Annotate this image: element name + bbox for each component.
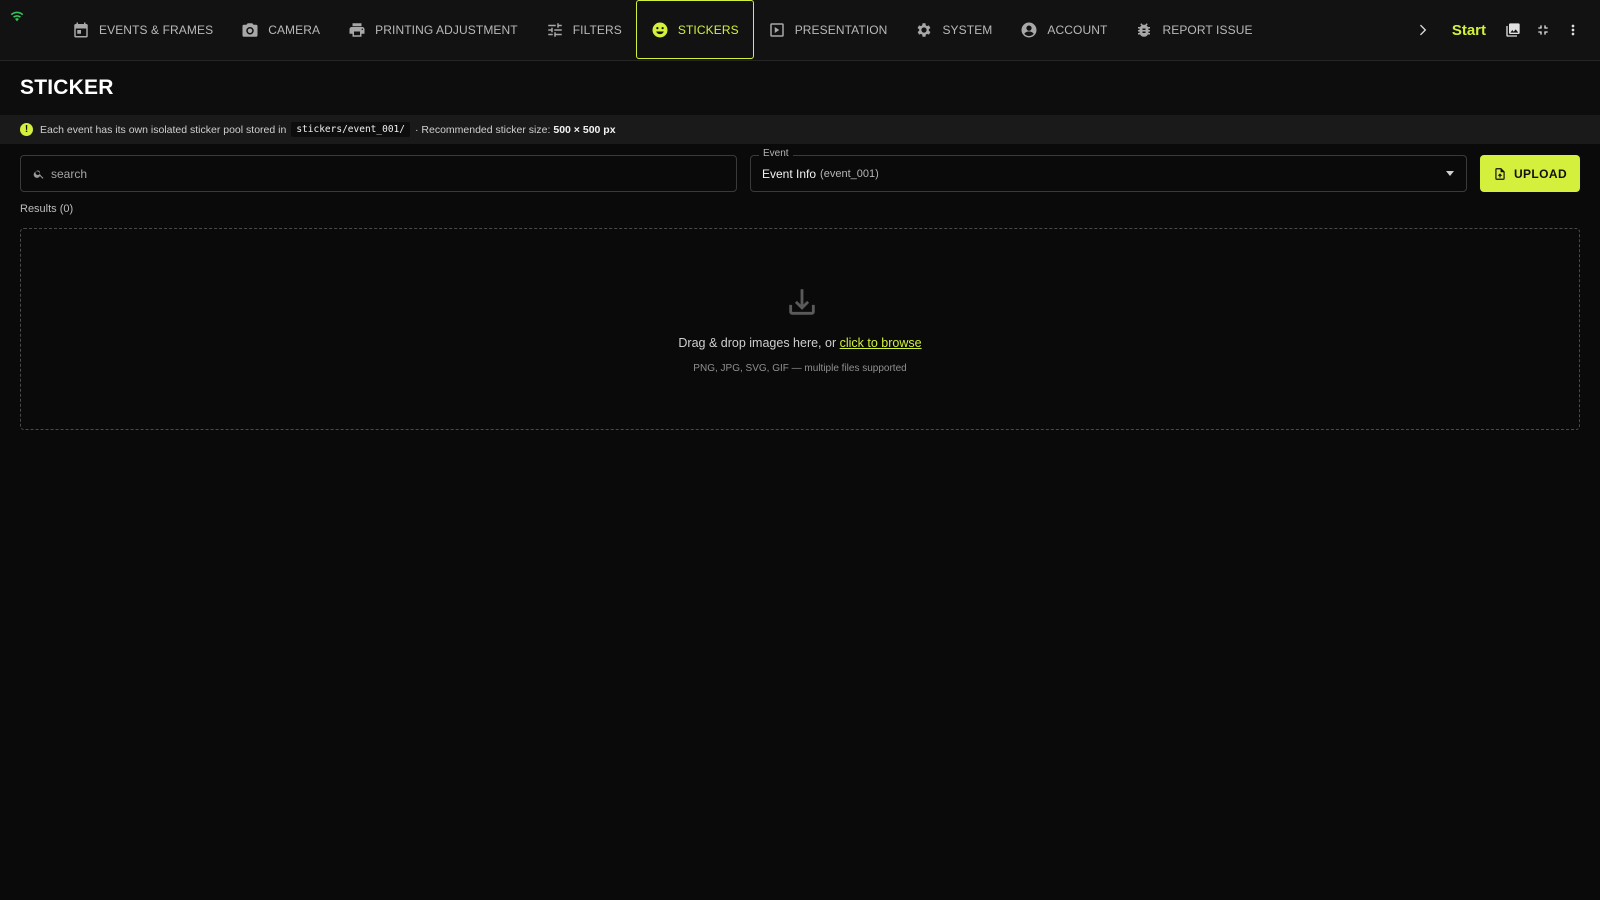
tab-label: ACCOUNT: [1047, 23, 1108, 37]
event-select[interactable]: Event Event Info (event_001): [750, 148, 1467, 192]
search-field[interactable]: [20, 155, 737, 192]
info-icon: !: [20, 123, 33, 136]
file-upload-icon: [1495, 167, 1505, 180]
info-banner: ! Each event has its own isolated sticke…: [0, 115, 1600, 144]
tab-label: CAMERA: [268, 23, 321, 37]
page-header: STICKER: [0, 61, 1600, 115]
more-vertical-icon: [1571, 24, 1575, 36]
tab-printing-adjustment[interactable]: PRINTING ADJUSTMENT: [334, 0, 532, 60]
tab-events-frames[interactable]: EVENTS & FRAMES: [58, 0, 227, 60]
tab-label: SYSTEM: [942, 23, 993, 37]
more-menu-button[interactable]: [1558, 15, 1588, 45]
info-text: Each event has its own isolated sticker …: [40, 123, 287, 136]
event-select-value: Event Info: [762, 166, 817, 181]
user-circle-icon: [1021, 22, 1037, 38]
main-nav: EVENTS & FRAMES CAMERA PRINTING ADJUSTME…: [58, 0, 1267, 60]
sliders-icon: [547, 23, 562, 37]
tab-label: REPORT ISSUE: [1162, 23, 1253, 37]
upload-button-label: UPLOAD: [1513, 166, 1568, 181]
bug-icon: [1138, 23, 1151, 37]
dropzone-text-line: Drag & drop images here, or click to bro…: [21, 336, 1579, 350]
chevron-right-icon[interactable]: [1414, 22, 1430, 38]
tab-camera[interactable]: CAMERA: [227, 0, 334, 60]
fullscreen-exit-icon: [1538, 25, 1548, 35]
tab-label: PRESENTATION: [794, 23, 888, 37]
printer-icon: [349, 23, 365, 37]
calendar-icon: [74, 22, 88, 38]
upload-button[interactable]: UPLOAD: [1480, 155, 1580, 192]
dropdown-caret-icon: [1446, 171, 1454, 176]
exit-fullscreen-button[interactable]: [1528, 15, 1558, 45]
tab-filters[interactable]: FILTERS: [532, 0, 636, 60]
gallery-button[interactable]: [1498, 15, 1528, 45]
dropzone-instruction: Drag & drop images here, or: [678, 336, 837, 350]
sticker-size: 500 × 500 px: [553, 123, 616, 136]
file-dropzone[interactable]: Drag & drop images here, or click to bro…: [20, 228, 1580, 430]
tab-presentation[interactable]: PRESENTATION: [754, 0, 902, 60]
tab-system[interactable]: SYSTEM: [901, 0, 1006, 60]
tab-report-issue[interactable]: REPORT ISSUE: [1121, 0, 1266, 60]
search-input[interactable]: [51, 166, 711, 181]
page-title: STICKER: [20, 76, 114, 99]
dropzone-hint: PNG, JPG, SVG, GIF — multiple files supp…: [693, 363, 907, 374]
tab-label: PRINTING ADJUSTMENT: [375, 23, 518, 37]
browse-link[interactable]: click to browse: [840, 336, 922, 350]
camera-icon: [242, 23, 258, 37]
tab-label: STICKERS: [677, 22, 739, 37]
search-icon: [33, 170, 44, 179]
start-button[interactable]: Start: [1452, 22, 1486, 39]
event-select-id: (event_001): [820, 167, 879, 180]
tab-account[interactable]: ACCOUNT: [1006, 0, 1121, 60]
top-navigation-bar: EVENTS & FRAMES CAMERA PRINTING ADJUSTME…: [0, 0, 1600, 61]
toolbar-right: Start: [1414, 0, 1600, 60]
sticker-path: stickers/event_001/: [291, 122, 410, 137]
event-select-label: Event: [759, 148, 793, 159]
wifi-icon: [10, 11, 24, 22]
results-count: Results (0): [20, 203, 74, 215]
gallery-icon: [1506, 23, 1520, 37]
tab-stickers[interactable]: STICKERS: [635, 0, 754, 59]
download-tray-icon: [785, 285, 819, 319]
info-text-size: · Recommended sticker size:: [414, 123, 551, 136]
play-box-icon: [769, 23, 784, 37]
gear-icon: [918, 23, 931, 37]
smiley-icon: [652, 22, 668, 37]
tab-label: EVENTS & FRAMES: [99, 23, 214, 37]
tab-label: FILTERS: [572, 23, 622, 37]
